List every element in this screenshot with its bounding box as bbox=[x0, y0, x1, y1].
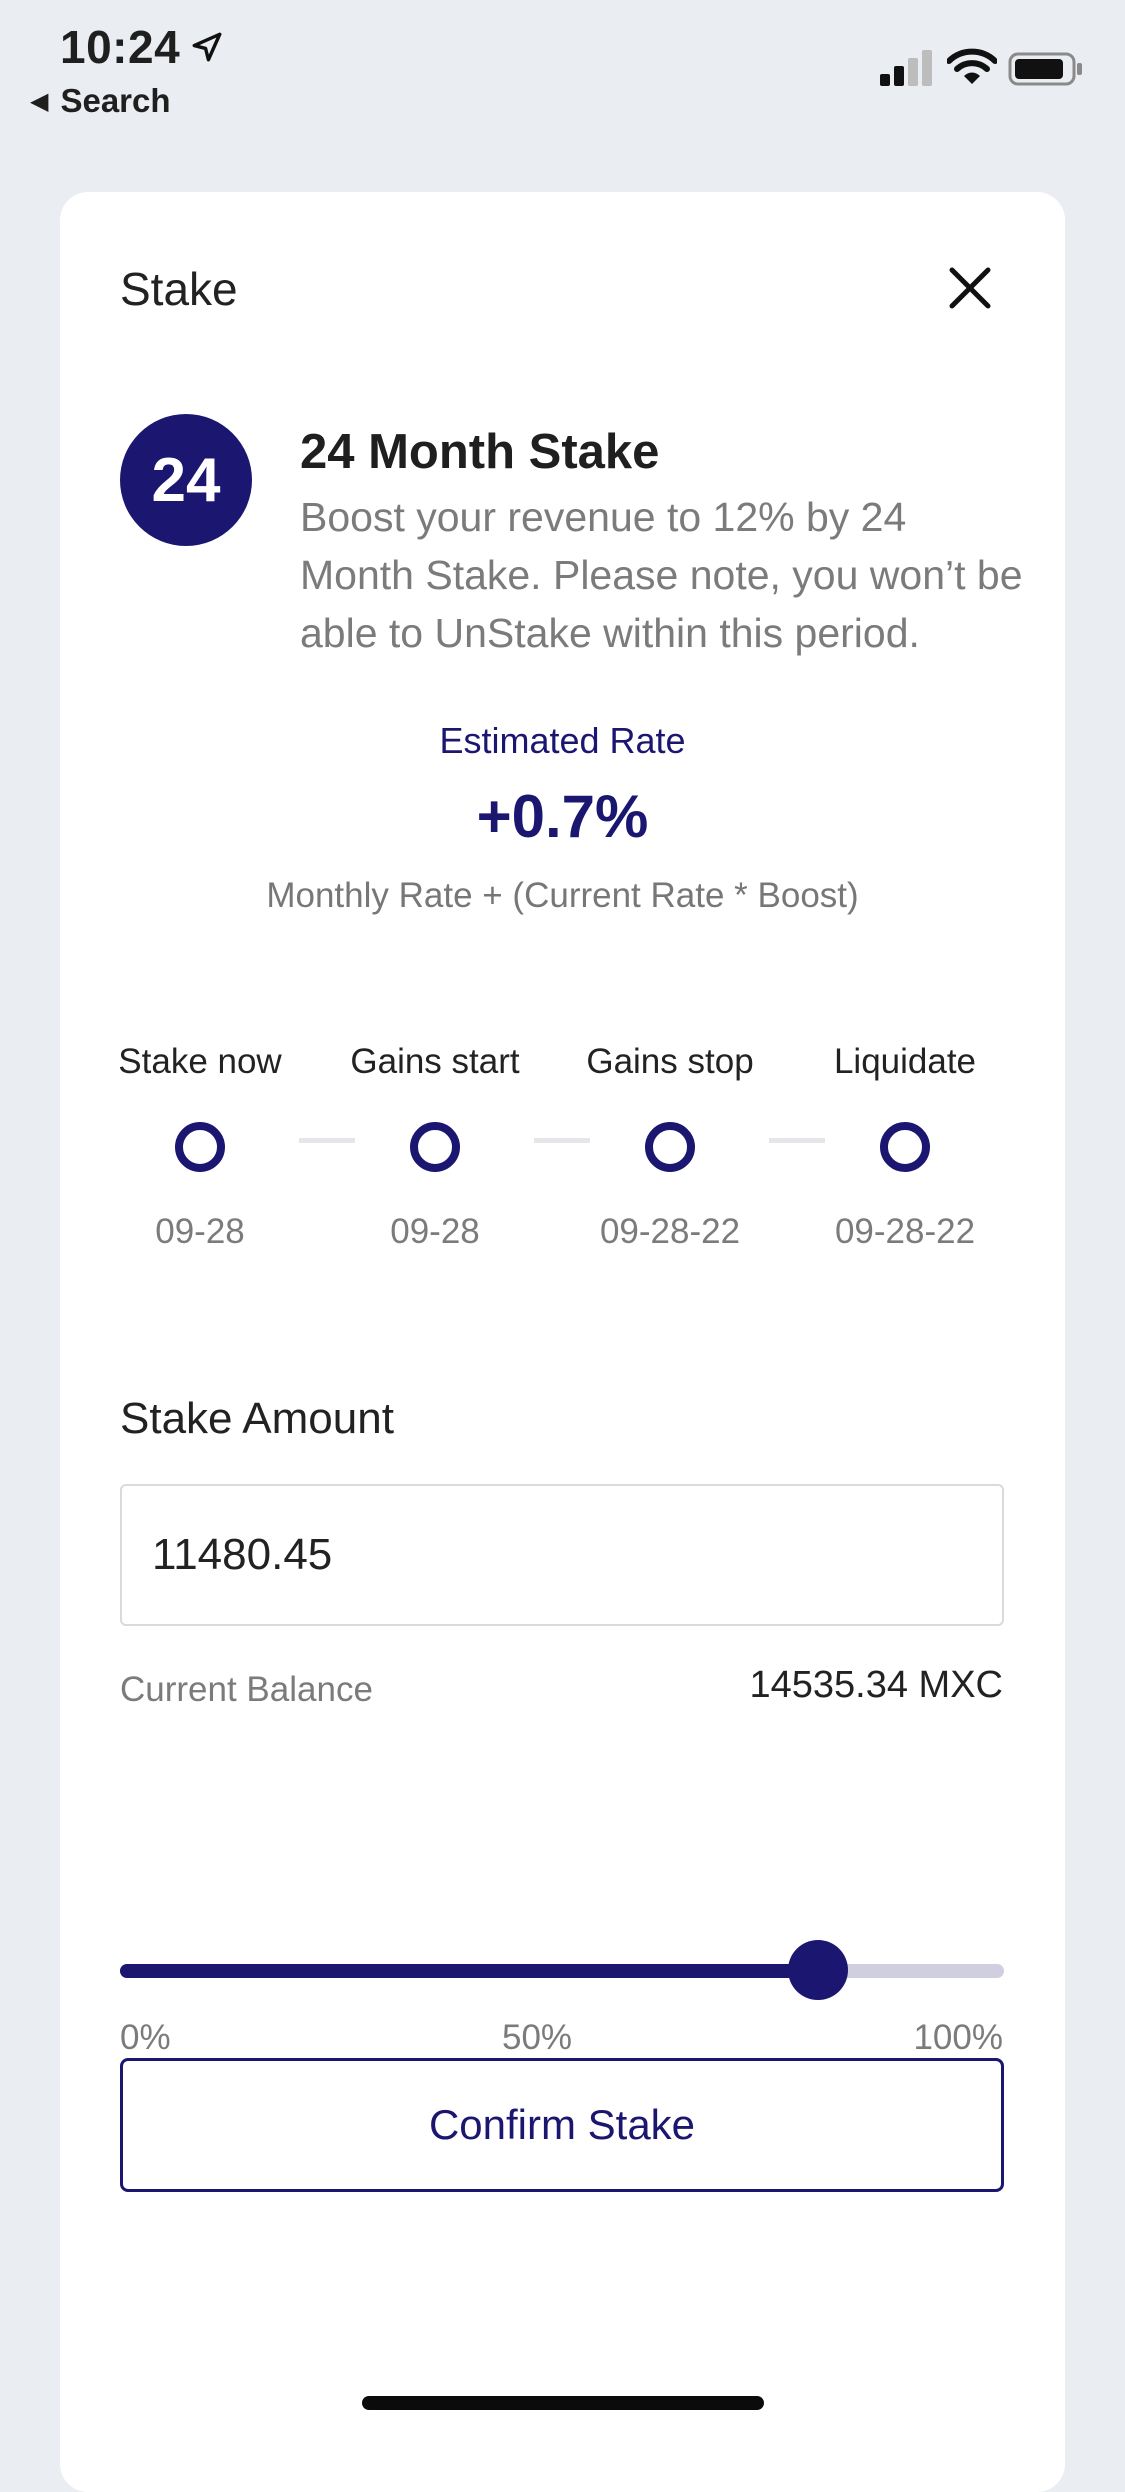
rate-formula: Monthly Rate + (Current Rate * Boost) bbox=[266, 876, 859, 915]
timeline-dot-icon bbox=[645, 1122, 695, 1172]
stake-amount-input[interactable]: 11480.45 bbox=[120, 1484, 1004, 1626]
status-time: 10:24 bbox=[60, 21, 181, 73]
plan-badge: 24 bbox=[120, 414, 252, 546]
wifi-icon bbox=[947, 48, 997, 84]
timeline-step-liquidate: Liquidate 09-28-22 bbox=[795, 1042, 1015, 1252]
timeline-step-label: Gains start bbox=[350, 1042, 520, 1081]
stake-amount-label: Stake Amount bbox=[120, 1394, 394, 1443]
cellular-signal-icon bbox=[880, 50, 932, 86]
slider-tick-50: 50% bbox=[502, 2018, 573, 2057]
back-to-search-link[interactable]: ◀ Search bbox=[30, 82, 171, 120]
plan-description: Boost your revenue to 12% by 24 Month St… bbox=[300, 494, 1023, 656]
timeline-dot-icon bbox=[410, 1122, 460, 1172]
back-triangle-icon: ◀ bbox=[30, 87, 49, 115]
slider-tick-100: 100% bbox=[913, 2018, 1003, 2057]
slider-tick-0: 0% bbox=[120, 2018, 171, 2057]
battery-icon bbox=[1008, 52, 1082, 86]
stake-timeline: Stake now 09-28 Gains start 09-28 Gains … bbox=[60, 1042, 1065, 1262]
timeline-step-date: 09-28-22 bbox=[834, 1212, 976, 1251]
estimated-rate-value: +0.7% bbox=[476, 783, 649, 850]
timeline-step-date: 09-28-22 bbox=[599, 1212, 741, 1251]
close-icon[interactable] bbox=[942, 260, 998, 316]
timeline-step-stake-now: Stake now 09-28 bbox=[90, 1042, 310, 1252]
timeline-step-label: Stake now bbox=[118, 1042, 282, 1081]
status-bar: 10:24 ◀ Search bbox=[0, 0, 1125, 130]
back-label: Search bbox=[60, 82, 171, 119]
confirm-stake-button[interactable]: Confirm Stake bbox=[120, 2058, 1004, 2192]
timeline-step-gains-stop: Gains stop 09-28-22 bbox=[560, 1042, 780, 1252]
slider-fill bbox=[120, 1964, 818, 1978]
stake-percentage-slider[interactable] bbox=[120, 1940, 1004, 2000]
modal-title: Stake bbox=[120, 263, 238, 315]
stake-amount-value: 11480.45 bbox=[152, 1530, 333, 1579]
timeline-dot-icon bbox=[175, 1122, 225, 1172]
timeline-step-date: 09-28 bbox=[390, 1212, 480, 1251]
location-arrow-icon bbox=[192, 32, 222, 62]
timeline-dot-icon bbox=[880, 1122, 930, 1172]
stake-modal: Stake 24 24 Month Stake Boost your reven… bbox=[60, 192, 1065, 2492]
timeline-step-label: Liquidate bbox=[833, 1042, 977, 1081]
slider-thumb[interactable] bbox=[788, 1940, 848, 2000]
timeline-step-label: Gains stop bbox=[586, 1042, 754, 1081]
plan-title: 24 Month Stake bbox=[300, 425, 660, 479]
current-balance-value: 14535.34 MXC bbox=[749, 1664, 1004, 1706]
current-balance-label: Current Balance bbox=[120, 1670, 373, 1709]
timeline-step-date: 09-28 bbox=[155, 1212, 245, 1251]
estimated-rate-label: Estimated Rate bbox=[439, 720, 686, 761]
home-indicator bbox=[362, 2396, 764, 2410]
timeline-step-gains-start: Gains start 09-28 bbox=[325, 1042, 545, 1252]
